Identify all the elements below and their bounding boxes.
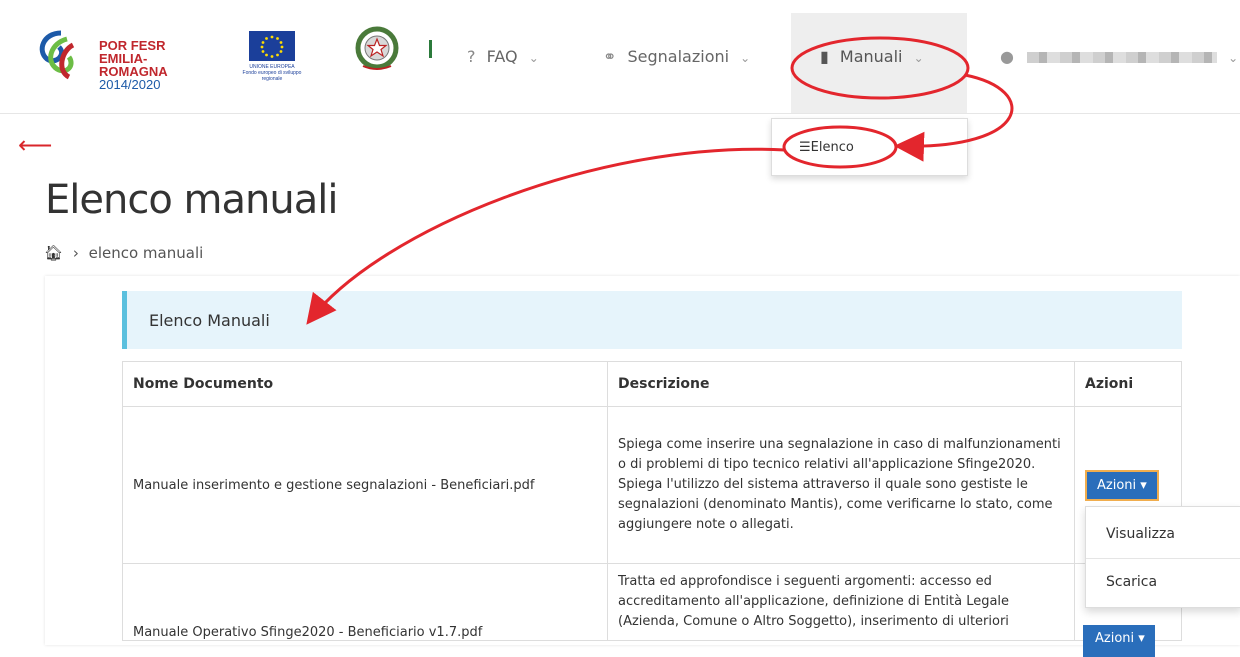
section-title: Elenco Manuali xyxy=(149,311,270,330)
user-icon: ● xyxy=(1000,47,1014,66)
breadcrumb-separator: › xyxy=(72,244,79,262)
partial-logo xyxy=(429,40,436,58)
manuals-table: Nome Documento Descrizione Azioni Manual… xyxy=(122,361,1182,641)
dropdown-item-elenco-label: Elenco xyxy=(810,140,854,155)
table-row: Manuale Operativo Sfinge2020 - Beneficia… xyxy=(122,563,1182,641)
book-icon: ▮ xyxy=(820,47,829,66)
column-header-name: Nome Documento xyxy=(122,361,608,407)
por-logo-line2: EMILIA-ROMAGNA xyxy=(99,51,168,79)
document-name: Manuale inserimento e gestione segnalazi… xyxy=(122,406,608,564)
azioni-dropdown-menu: Visualizza Scarica xyxy=(1085,506,1240,608)
por-logo-mark-icon xyxy=(39,30,75,80)
nav-faq-label: FAQ xyxy=(486,47,518,66)
manuali-dropdown: ☰Elenco xyxy=(771,118,968,176)
document-name: Manuale Operativo Sfinge2020 - Beneficia… xyxy=(122,563,608,641)
page-title: Elenco manuali xyxy=(45,177,338,223)
document-description: Spiega come inserire una segnalazione in… xyxy=(607,406,1075,564)
back-arrow-icon[interactable]: ⟵ xyxy=(18,133,52,157)
menu-divider xyxy=(1086,558,1240,559)
list-icon: ☰ xyxy=(799,140,811,155)
section-header: Elenco Manuali xyxy=(122,291,1182,349)
home-icon[interactable]: 🏠︎ xyxy=(44,244,63,262)
chevron-down-icon: ⌄ xyxy=(913,51,924,65)
top-navbar: POR FESR EMILIA-ROMAGNA 2014/2020 UNIONE… xyxy=(0,0,1240,114)
chevron-down-icon: ⌄ xyxy=(1228,51,1239,65)
azioni-button[interactable]: Azioni ▾ xyxy=(1085,469,1159,501)
column-header-actions: Azioni xyxy=(1074,361,1182,407)
nav-manuali-label: Manuali xyxy=(839,47,903,66)
breadcrumb-current: elenco manuali xyxy=(88,244,204,262)
lifebuoy-icon: ⚭ xyxy=(603,47,617,66)
por-fesr-logo[interactable]: POR FESR EMILIA-ROMAGNA 2014/2020 xyxy=(33,25,213,91)
table-row: Manuale inserimento e gestione segnalazi… xyxy=(122,406,1182,564)
blurred-username xyxy=(1027,52,1218,63)
por-logo-text: POR FESR EMILIA-ROMAGNA 2014/2020 xyxy=(99,39,213,91)
chevron-down-icon: ⌄ xyxy=(740,51,751,65)
caret-down-icon: ▾ xyxy=(1138,631,1145,646)
chevron-down-icon: ⌄ xyxy=(528,51,539,65)
nav-manuali[interactable]: ▮ Manuali ⌄ xyxy=(820,47,924,66)
eu-logo-text: UNIONE EUROPEA Fondo europeo di sviluppo… xyxy=(232,64,312,82)
menu-item-visualizza[interactable]: Visualizza xyxy=(1106,526,1175,542)
nav-segnalazioni-label: Segnalazioni xyxy=(627,47,730,66)
por-logo-line3: 2014/2020 xyxy=(99,77,161,92)
eu-flag-icon xyxy=(249,31,295,61)
breadcrumb: 🏠︎ › elenco manuali xyxy=(44,244,203,262)
azioni-button-row2[interactable]: Azioni ▾ xyxy=(1083,625,1155,657)
menu-item-scarica[interactable]: Scarica xyxy=(1106,574,1157,590)
nav-segnalazioni[interactable]: ⚭ Segnalazioni ⌄ xyxy=(603,47,750,66)
table-header-row: Nome Documento Descrizione Azioni xyxy=(122,361,1182,407)
question-mark-icon: ? xyxy=(467,47,476,66)
document-description: Tratta ed approfondisce i seguenti argom… xyxy=(607,563,1075,641)
caret-down-icon: ▾ xyxy=(1140,477,1147,493)
azioni-button-label: Azioni xyxy=(1095,631,1135,646)
column-header-description: Descrizione xyxy=(607,361,1075,407)
nav-user-menu[interactable]: ● ⌄ xyxy=(1000,47,1238,66)
dropdown-item-elenco[interactable]: ☰Elenco xyxy=(799,140,854,155)
nav-faq[interactable]: ? FAQ ⌄ xyxy=(467,47,539,66)
eu-logo-line2: Fondo europeo di sviluppo regionale xyxy=(242,70,302,82)
azioni-button-label: Azioni xyxy=(1097,477,1137,493)
italian-republic-emblem-icon xyxy=(355,26,399,72)
